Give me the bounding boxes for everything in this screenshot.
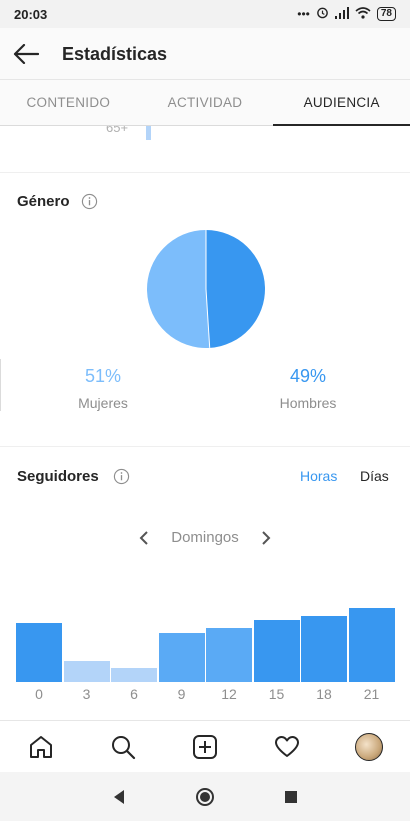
activity-button[interactable]: [271, 731, 303, 763]
bar-hour-15: [253, 620, 300, 682]
system-navigation: [0, 772, 410, 821]
arrow-left-icon: [13, 44, 39, 64]
system-home-button[interactable]: [194, 786, 216, 808]
selected-day: Domingos: [171, 529, 239, 546]
system-back-button[interactable]: [108, 786, 130, 808]
tab-audiencia[interactable]: AUDIENCIA: [273, 80, 410, 126]
age-group-bar: [146, 126, 151, 140]
previous-day-button[interactable]: [134, 528, 154, 548]
section-divider: [0, 446, 410, 447]
more-dots-icon: •••: [297, 7, 310, 21]
men-label: Hombres: [279, 395, 337, 411]
x-tick-label: 15: [268, 686, 285, 702]
signal-icon: [334, 6, 349, 22]
days-toggle[interactable]: Días: [360, 468, 389, 484]
circle-home-icon: [196, 788, 214, 806]
edge-line: [0, 359, 1, 411]
new-post-button[interactable]: [189, 731, 221, 763]
bar-hour-3: [63, 661, 110, 682]
bar-hour-12: [206, 628, 252, 682]
pie-slice-women: [146, 230, 210, 348]
triangle-back-icon: [114, 790, 124, 804]
info-icon[interactable]: [81, 193, 98, 210]
gender-pie-chart: [146, 230, 265, 348]
day-selector: Domingos: [0, 526, 410, 550]
bottom-navigation: [0, 720, 410, 772]
info-icon[interactable]: [113, 468, 130, 485]
age-group-label: 65+: [106, 126, 129, 135]
search-button[interactable]: [107, 731, 139, 763]
x-tick-label: 18: [316, 686, 332, 702]
followers-section-title: Seguidores: [17, 468, 99, 485]
pie-slice-men: [206, 230, 265, 348]
x-tick-label: 12: [221, 686, 237, 702]
chevron-left-icon: [139, 531, 148, 545]
search-icon: [112, 736, 136, 760]
women-label: Mujeres: [78, 395, 128, 411]
bar-hour-21: [348, 608, 395, 682]
x-tick-label: 0: [35, 686, 43, 702]
audience-content[interactable]: 65+ Género 51% 49% Mujeres Hombres Segui…: [0, 126, 410, 720]
avatar: [355, 733, 383, 761]
chevron-right-icon: [262, 531, 271, 545]
square-recents-icon: [285, 791, 297, 803]
bar-hour-9: [158, 633, 205, 682]
insights-tabs: CONTENIDO ACTIVIDAD AUDIENCIA: [0, 80, 410, 126]
home-button[interactable]: [25, 731, 57, 763]
section-divider: [0, 172, 410, 173]
hours-toggle[interactable]: Horas: [300, 468, 337, 484]
back-button[interactable]: [8, 38, 44, 70]
gender-section-title: Género: [17, 193, 70, 210]
battery-indicator: 78: [376, 7, 396, 21]
women-percent: 51%: [84, 366, 122, 386]
home-icon: [30, 736, 52, 758]
wifi-icon: [355, 6, 371, 22]
page-title: Estadísticas: [62, 44, 168, 64]
followers-bar-chart: [0, 600, 410, 682]
status-bar: 20:03 ••• 78: [0, 0, 410, 28]
alarm-icon: [316, 6, 329, 22]
tab-actividad[interactable]: ACTIVIDAD: [137, 80, 274, 125]
bar-hour-0: [16, 623, 62, 682]
x-tick-label: 21: [363, 686, 380, 702]
system-recents-button[interactable]: [280, 786, 302, 808]
men-percent: 49%: [289, 366, 327, 386]
bar-hour-18: [301, 616, 347, 682]
heart-icon: [275, 736, 299, 757]
x-tick-label: 6: [130, 686, 138, 702]
x-tick-label: 3: [82, 686, 91, 702]
status-icons: ••• 78: [297, 6, 396, 22]
next-day-button[interactable]: [256, 528, 276, 548]
add-post-icon: [193, 735, 217, 759]
x-tick-label: 9: [177, 686, 186, 702]
app-header: Estadísticas: [0, 28, 410, 80]
bar-hour-6: [111, 668, 157, 682]
status-time: 20:03: [14, 7, 48, 22]
tab-contenido[interactable]: CONTENIDO: [0, 80, 137, 125]
profile-button[interactable]: [353, 731, 385, 763]
followers-x-axis: 0 3 6 9 12 15 18 21: [0, 686, 410, 704]
